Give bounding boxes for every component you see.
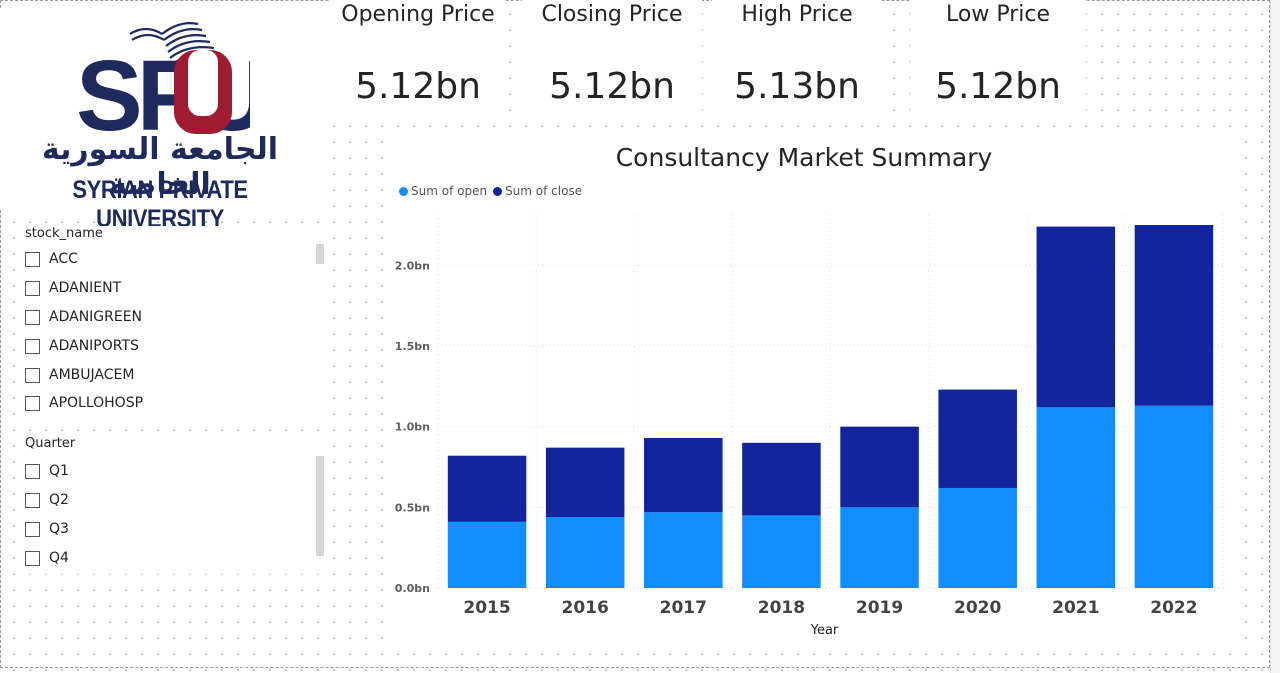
- kpi-card-low-price[interactable]: Low Price 5.12bn: [910, 0, 1086, 120]
- x-tick-label: 2022: [1150, 598, 1197, 618]
- bar-sum-of-open: [644, 512, 723, 588]
- bar-sum-of-open: [742, 515, 821, 588]
- y-tick-label: 0.5bn: [395, 501, 430, 514]
- bar-sum-of-close: [644, 437, 723, 513]
- kpi-card-opening-price[interactable]: Opening Price 5.12bn: [330, 0, 506, 120]
- consultancy-market-chart[interactable]: Consultancy Market Summary Sum of open S…: [383, 135, 1245, 645]
- x-axis-label: Year: [810, 623, 839, 638]
- bar-sum-of-close: [447, 455, 527, 522]
- slicer-item-label: ADANIENT: [49, 280, 122, 296]
- slicer-title: Quarter: [25, 436, 76, 451]
- slicer-item-q4[interactable]: Q4: [25, 547, 69, 569]
- university-logo: SPU الجامعة السورية الخاصة SYRIAN PRIVAT…: [0, 8, 320, 233]
- kpi-label: Closing Price: [541, 2, 683, 27]
- kpi-card-high-price[interactable]: High Price 5.13bn: [712, 0, 882, 120]
- y-tick-label: 2.0bn: [395, 259, 430, 272]
- checkbox[interactable]: [25, 463, 40, 479]
- y-tick-label: 1.5bn: [395, 340, 430, 353]
- bar-sum-of-close: [1036, 226, 1116, 408]
- slicer-item-q2[interactable]: Q2: [25, 489, 69, 511]
- x-tick-label: 2020: [954, 598, 1001, 618]
- kpi-label: Opening Price: [341, 2, 495, 27]
- bar-sum-of-open: [938, 487, 1017, 588]
- checkbox[interactable]: [25, 251, 40, 267]
- bar-sum-of-close: [742, 442, 821, 516]
- slicer-quarter[interactable]: Quarter Q1 Q2 Q3 Q4: [15, 436, 330, 574]
- chart-plot: 0.0bn 0.5bn 1.0bn 1.5bn 2.0bn 2015 2016 2017 201…: [395, 215, 1224, 638]
- slicer-item-label: APOLLOHOSP: [49, 395, 144, 411]
- slicer-item-q1[interactable]: Q1: [25, 460, 69, 482]
- checkbox[interactable]: [25, 550, 40, 566]
- y-tick-label: 0.0bn: [395, 582, 430, 595]
- kpi-value: 5.12bn: [935, 66, 1061, 107]
- x-tick-label: 2021: [1052, 598, 1099, 618]
- bar-sum-of-open: [840, 507, 919, 588]
- bar-sum-of-open: [1036, 407, 1116, 588]
- x-tick-label: 2019: [856, 598, 903, 618]
- slicer-item-adaniports[interactable]: ADANIPORTS: [25, 335, 139, 357]
- bar-sum-of-open: [545, 517, 625, 588]
- slicer-item-q3[interactable]: Q3: [25, 518, 69, 540]
- x-tick-label: 2018: [758, 598, 805, 618]
- checkbox[interactable]: [25, 521, 40, 537]
- slicer-item-adanient[interactable]: ADANIENT: [25, 277, 121, 299]
- slicer-item-label: Q3: [49, 521, 69, 537]
- bar-sum-of-close: [938, 389, 1017, 488]
- y-tick-label: 1.0bn: [395, 421, 430, 434]
- slicer-item-ambujacem[interactable]: AMBUJACEM: [25, 364, 134, 386]
- slicer-stock-name[interactable]: stock_name ACC ADANIENT ADANIGREEN ADANI…: [15, 226, 330, 420]
- slicer-title: stock_name: [25, 226, 103, 241]
- slicer-item-acc[interactable]: ACC: [25, 248, 78, 270]
- bar-sum-of-close: [545, 447, 625, 518]
- kpi-label: High Price: [741, 2, 853, 27]
- slicer-item-label: Q1: [49, 463, 69, 479]
- slicer-item-label: ACC: [49, 251, 78, 267]
- x-tick-label: 2015: [463, 598, 510, 618]
- kpi-value: 5.12bn: [355, 66, 481, 107]
- slicer-scrollbar[interactable]: [316, 244, 324, 264]
- slicer-item-label: Q4: [49, 550, 69, 566]
- x-tick-label: 2016: [562, 598, 609, 618]
- kpi-value: 5.12bn: [549, 66, 675, 107]
- slicer-scrollbar[interactable]: [316, 456, 324, 556]
- slicer-item-label: AMBUJACEM: [49, 367, 135, 383]
- kpi-card-closing-price[interactable]: Closing Price 5.12bn: [522, 0, 702, 120]
- kpi-value: 5.13bn: [734, 66, 860, 107]
- slicer-item-label: ADANIPORTS: [49, 338, 139, 354]
- slicer-item-label: ADANIGREEN: [49, 309, 143, 325]
- bar-sum-of-open: [1134, 405, 1214, 588]
- spu-logo-icon: SPU: [76, 22, 250, 136]
- bar-sum-of-close: [840, 426, 919, 508]
- bar-sum-of-open: [447, 521, 527, 588]
- bar-sum-of-close: [1134, 225, 1214, 406]
- kpi-label: Low Price: [946, 2, 1050, 27]
- slicer-item-label: Q2: [49, 492, 69, 508]
- slicer-item-adanigreen[interactable]: ADANIGREEN: [25, 306, 142, 328]
- checkbox[interactable]: [25, 395, 40, 411]
- checkbox[interactable]: [25, 280, 40, 296]
- x-tick-label: 2017: [660, 598, 707, 618]
- checkbox[interactable]: [25, 309, 40, 325]
- checkbox[interactable]: [25, 338, 40, 354]
- checkbox[interactable]: [25, 492, 40, 508]
- slicer-item-apollohosp[interactable]: APOLLOHOSP: [25, 392, 143, 414]
- checkbox[interactable]: [25, 367, 40, 383]
- canvas-scrollbar[interactable]: [1270, 0, 1280, 673]
